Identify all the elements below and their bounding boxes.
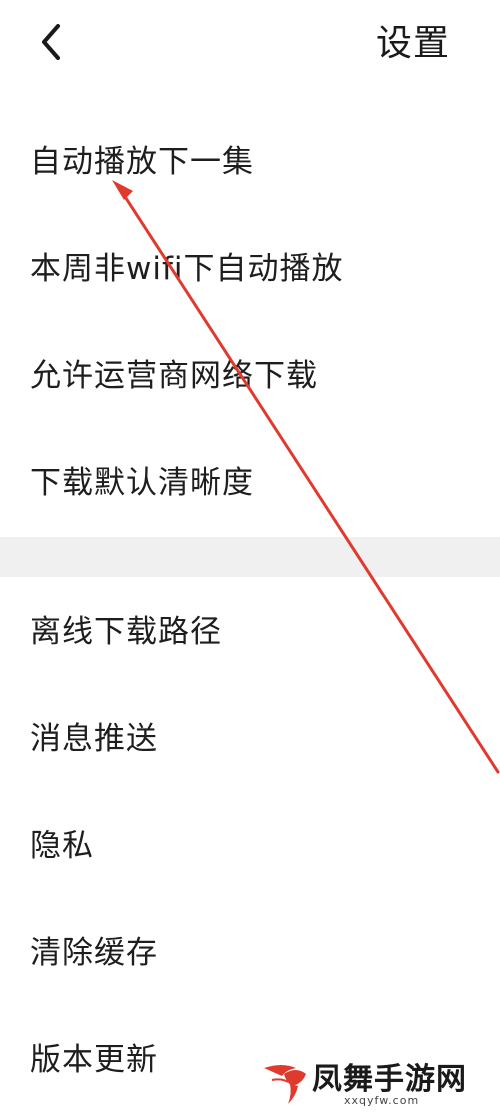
setting-clear-cache[interactable]: 清除缓存	[0, 899, 500, 1006]
settings-group-playback: 自动播放下一集 本周非wifi下自动播放 允许运营商网络下载 下载默认清晰度	[0, 108, 500, 536]
setting-label: 消息推送	[30, 720, 158, 757]
setting-label: 隐私	[30, 827, 94, 864]
section-divider	[0, 537, 500, 577]
setting-push-notifications[interactable]: 消息推送	[0, 685, 500, 792]
setting-label: 允许运营商网络下载	[30, 357, 318, 394]
back-button[interactable]	[30, 18, 80, 68]
settings-group-general: 离线下载路径 消息推送 隐私 清除缓存 版本更新	[0, 578, 500, 1113]
watermark-url: xxqyfw.com	[344, 1094, 420, 1107]
setting-default-quality[interactable]: 下载默认清晰度	[0, 429, 500, 536]
setting-autoplay-next[interactable]: 自动播放下一集	[0, 108, 500, 215]
watermark: 凤舞手游网 xxqyfw.com	[262, 1048, 500, 1110]
setting-download-path[interactable]: 离线下载路径	[0, 578, 500, 685]
header: 设置	[0, 0, 500, 90]
setting-label: 版本更新	[30, 1041, 158, 1078]
setting-privacy[interactable]: 隐私	[0, 792, 500, 899]
setting-label: 下载默认清晰度	[30, 464, 254, 501]
page-title: 设置	[375, 23, 450, 64]
setting-label: 本周非wifi下自动播放	[30, 250, 344, 287]
setting-label: 离线下载路径	[30, 613, 222, 650]
setting-label: 清除缓存	[30, 934, 158, 971]
chevron-left-icon	[42, 24, 60, 60]
setting-label: 自动播放下一集	[30, 143, 254, 180]
watermark-name: 凤舞手游网	[312, 1062, 467, 1097]
setting-carrier-download[interactable]: 允许运营商网络下载	[0, 322, 500, 429]
setting-autoplay-non-wifi[interactable]: 本周非wifi下自动播放	[0, 215, 500, 322]
